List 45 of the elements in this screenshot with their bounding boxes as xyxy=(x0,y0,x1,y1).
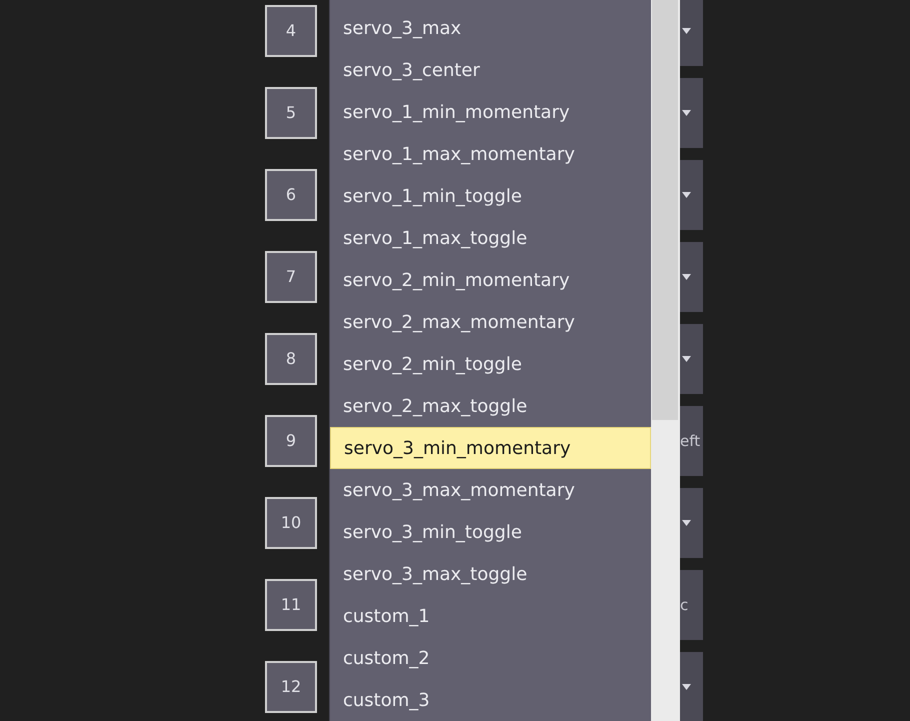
caret-icon xyxy=(682,274,691,280)
caret-icon xyxy=(682,684,691,690)
dropdown-option[interactable]: servo_2_max_momentary xyxy=(330,301,651,343)
dropdown-button[interactable]: eft xyxy=(680,406,703,476)
dropdown-option[interactable]: servo_1_max_momentary xyxy=(330,133,651,175)
dropdown-option[interactable]: custom_2 xyxy=(330,637,651,679)
number-box: 8 xyxy=(265,333,317,385)
number-box: 9 xyxy=(265,415,317,467)
scrollbar-thumb[interactable] xyxy=(652,0,678,420)
dropdown-option[interactable]: servo_1_max_toggle xyxy=(330,217,651,259)
dropdown-option[interactable]: servo_3_max_momentary xyxy=(330,469,651,511)
button-label: eft xyxy=(680,430,700,452)
dropdown-option[interactable]: custom_1 xyxy=(330,595,651,637)
number-box: 7 xyxy=(265,251,317,303)
dropdown-option[interactable]: servo_3_max xyxy=(330,7,651,49)
caret-icon xyxy=(682,110,691,116)
number-box: 11 xyxy=(265,579,317,631)
dropdown-button[interactable]: c xyxy=(680,570,703,640)
dropdown-option[interactable]: servo_3_max_toggle xyxy=(330,553,651,595)
dropdown-button[interactable] xyxy=(680,242,703,312)
dropdown-option[interactable]: custom_3 xyxy=(330,679,651,721)
caret-icon xyxy=(682,192,691,198)
dropdown-option[interactable]: servo_3_min_momentary xyxy=(330,427,651,469)
button-label: c xyxy=(680,594,688,616)
caret-icon xyxy=(682,28,691,34)
dropdown-option[interactable]: servo_2_max_toggle xyxy=(330,385,651,427)
dropdown-option[interactable]: servo_3_center xyxy=(330,49,651,91)
dropdown-button[interactable] xyxy=(680,488,703,558)
dropdown-option[interactable]: servo_1_min_momentary xyxy=(330,91,651,133)
number-box: 6 xyxy=(265,169,317,221)
dropdown-button[interactable] xyxy=(680,0,703,66)
dropdown-button[interactable] xyxy=(680,652,703,721)
dropdown-option[interactable]: servo_2_min_momentary xyxy=(330,259,651,301)
dropdown-option[interactable]: servo_2_min_toggle xyxy=(330,343,651,385)
dropdown-option[interactable]: servo_1_min_toggle xyxy=(330,175,651,217)
number-box: 5 xyxy=(265,87,317,139)
dropdown-button[interactable] xyxy=(680,324,703,394)
caret-icon xyxy=(682,356,691,362)
caret-icon xyxy=(682,520,691,526)
number-box: 4 xyxy=(265,5,317,57)
number-box: 12 xyxy=(265,661,317,713)
dropdown-button[interactable] xyxy=(680,160,703,230)
dropdown-button[interactable] xyxy=(680,78,703,148)
dropdown-option[interactable]: servo_3_min_toggle xyxy=(330,511,651,553)
number-box: 10 xyxy=(265,497,317,549)
